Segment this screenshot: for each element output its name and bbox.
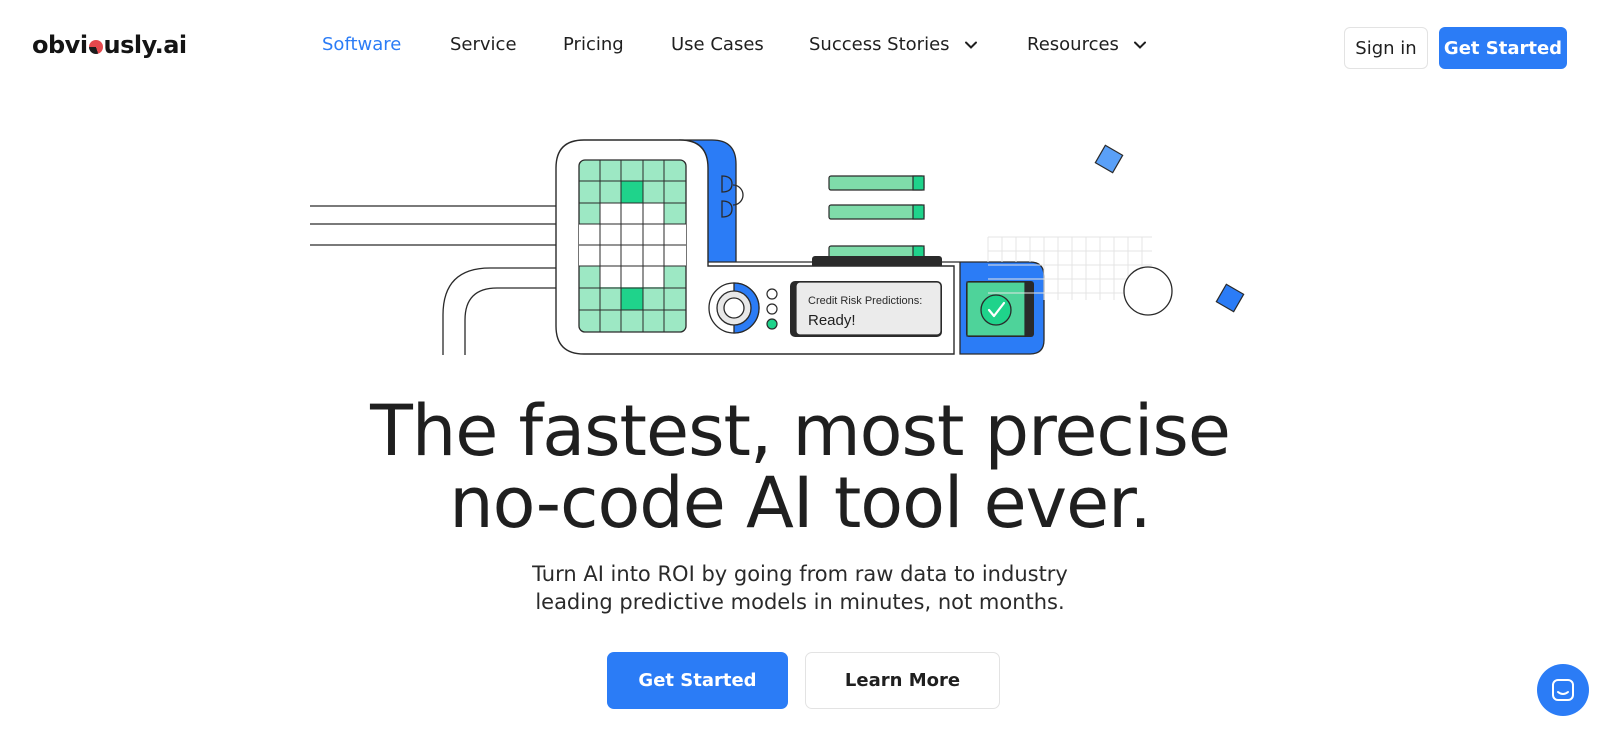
- sign-in-button[interactable]: Sign in: [1344, 27, 1428, 69]
- nav-link-label: Use Cases: [671, 34, 764, 55]
- top-navbar: obvi usly.ai Software Service Pricing Us…: [0, 0, 1600, 95]
- hero-headline: The fastest, most precise no-code AI too…: [0, 395, 1600, 539]
- nav-link-software[interactable]: Software: [322, 34, 401, 55]
- nav-link-label: Service: [450, 34, 517, 55]
- nav-link-service[interactable]: Service: [450, 34, 517, 55]
- nav-link-label: Success Stories: [809, 34, 950, 55]
- check-icon: [980, 294, 1012, 326]
- logo-text-end: usly.ai: [103, 31, 188, 59]
- chevron-down-icon: [964, 41, 977, 49]
- hero-get-started-button[interactable]: Get Started: [607, 652, 788, 709]
- nav-get-started-button[interactable]: Get Started: [1439, 27, 1567, 69]
- subtext-line-2: leading predictive models in minutes, no…: [535, 590, 1065, 614]
- nav-link-pricing[interactable]: Pricing: [563, 34, 624, 55]
- nav-link-resources[interactable]: Resources: [1027, 34, 1147, 55]
- nav-link-label: Pricing: [563, 34, 624, 55]
- chat-launcher-button[interactable]: [1537, 664, 1589, 716]
- nav-link-success-stories[interactable]: Success Stories: [809, 34, 978, 55]
- nav-link-label: Software: [322, 34, 402, 55]
- hero-subtext: Turn AI into ROI by going from raw data …: [0, 560, 1600, 616]
- nav-link-use-cases[interactable]: Use Cases: [671, 34, 764, 55]
- hero-illustration: Credit Risk Predictions: Ready!: [310, 139, 1245, 355]
- subtext-line-1: Turn AI into ROI by going from raw data …: [532, 562, 1068, 586]
- screen-status: Ready!: [808, 312, 856, 329]
- nav-link-label: Resources: [1027, 34, 1119, 55]
- learn-more-button[interactable]: Learn More: [805, 652, 1000, 709]
- chevron-down-icon: [1133, 41, 1146, 49]
- logo[interactable]: obvi usly.ai: [32, 31, 187, 59]
- logo-pie-icon: [88, 39, 103, 54]
- headline-line-1: The fastest, most precise: [370, 390, 1231, 472]
- screen-label: Credit Risk Predictions:: [808, 295, 922, 307]
- chat-icon: [1552, 679, 1574, 701]
- headline-line-2: no-code AI tool ever.: [449, 462, 1152, 544]
- logo-text-start: obvi: [32, 31, 88, 59]
